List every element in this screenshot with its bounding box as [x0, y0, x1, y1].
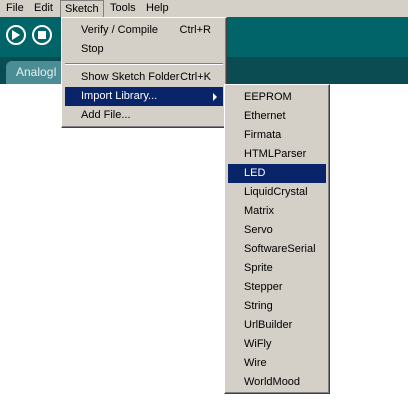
- library-item-label: String: [244, 300, 273, 312]
- menu-item-stop[interactable]: Stop: [65, 40, 223, 59]
- menu-item-shortcut: Ctrl+K: [180, 71, 211, 83]
- library-item-label: Sprite: [244, 262, 273, 274]
- library-item-label: UrlBuilder: [244, 319, 293, 331]
- library-item-led[interactable]: LED: [228, 164, 326, 183]
- library-item-wire[interactable]: Wire: [228, 354, 326, 373]
- menu-item-label: Verify / Compile: [81, 24, 159, 36]
- library-item-urlbuilder[interactable]: UrlBuilder: [228, 316, 326, 335]
- library-item-softwareserial[interactable]: SoftwareSerial: [228, 240, 326, 259]
- menu-item-show-sketch-folder[interactable]: Show Sketch Folder Ctrl+K: [65, 68, 223, 87]
- play-icon: [12, 30, 20, 40]
- menu-item-add-file[interactable]: Add File...: [65, 106, 223, 125]
- library-item-label: LED: [244, 167, 266, 179]
- stop-button[interactable]: [32, 25, 52, 45]
- menu-separator: [65, 63, 223, 65]
- library-item-ethernet[interactable]: Ethernet: [228, 107, 326, 126]
- import-library-submenu: EEPROM Ethernet Firmata HTMLParser LED Liquid…: [224, 84, 330, 394]
- library-item-firmata[interactable]: Firmata: [228, 126, 326, 145]
- library-item-liquidcrystal[interactable]: LiquidCrystal: [228, 183, 326, 202]
- menu-tools[interactable]: Tools: [106, 0, 140, 17]
- submenu-arrow-icon: [213, 93, 217, 101]
- library-item-eeprom[interactable]: EEPROM: [228, 88, 326, 107]
- menu-edit[interactable]: Edit: [30, 0, 57, 17]
- library-item-label: Ethernet: [244, 110, 286, 122]
- library-item-sprite[interactable]: Sprite: [228, 259, 326, 278]
- library-item-label: SoftwareSerial: [244, 243, 316, 255]
- library-item-servo[interactable]: Servo: [228, 221, 326, 240]
- library-item-label: WiFly: [244, 338, 272, 350]
- library-item-label: EEPROM: [244, 91, 292, 103]
- library-item-label: HTMLParser: [244, 148, 307, 160]
- library-item-label: WorldMood: [244, 376, 301, 388]
- library-item-htmlparser[interactable]: HTMLParser: [228, 145, 326, 164]
- library-item-label: LiquidCrystal: [244, 186, 308, 198]
- library-item-label: Servo: [244, 224, 273, 236]
- library-item-label: Firmata: [244, 129, 282, 141]
- stop-icon: [38, 31, 46, 39]
- library-item-label: Stepper: [244, 281, 283, 293]
- library-item-matrix[interactable]: Matrix: [228, 202, 326, 221]
- library-item-worldmood[interactable]: WorldMood: [228, 373, 326, 392]
- menu-help[interactable]: Help: [142, 0, 173, 17]
- menu-item-label: Import Library...: [81, 90, 158, 102]
- menu-item-label: Stop: [81, 43, 104, 55]
- library-item-stepper[interactable]: Stepper: [228, 278, 326, 297]
- menu-item-verify-compile[interactable]: Verify / Compile Ctrl+R: [65, 21, 223, 40]
- menu-sketch[interactable]: Sketch: [60, 0, 104, 17]
- run-button[interactable]: [6, 25, 26, 45]
- menu-item-import-library[interactable]: Import Library...: [65, 87, 223, 106]
- library-item-wifly[interactable]: WiFly: [228, 335, 326, 354]
- library-item-string[interactable]: String: [228, 297, 326, 316]
- library-item-label: Matrix: [244, 205, 274, 217]
- menu-item-shortcut: Ctrl+R: [179, 24, 211, 36]
- sketch-menu: Verify / Compile Ctrl+R Stop Show Sketch…: [61, 17, 227, 128]
- menu-bar: File Edit Sketch Tools Help: [0, 0, 408, 17]
- library-item-label: Wire: [244, 357, 267, 369]
- menu-item-label: Show Sketch Folder: [81, 71, 180, 83]
- menu-item-label: Add File...: [81, 109, 131, 121]
- menu-file[interactable]: File: [2, 0, 28, 17]
